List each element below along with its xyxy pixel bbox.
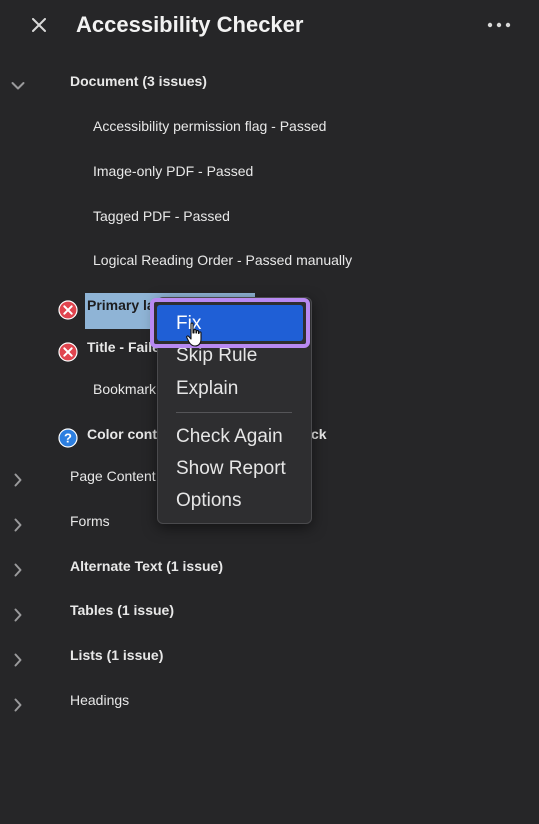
rule-image-only-pdf[interactable]: Image-only PDF - Passed xyxy=(93,163,253,179)
page-content-expand-toggle[interactable] xyxy=(8,470,28,490)
rule-primary-language[interactable]: Primary la xyxy=(87,297,155,313)
menu-item-explain[interactable]: Explain xyxy=(176,378,238,400)
headings-expand-toggle[interactable] xyxy=(8,695,28,715)
section-headings[interactable]: Headings xyxy=(70,692,129,708)
document-collapse-toggle[interactable] xyxy=(8,76,28,96)
section-forms[interactable]: Forms xyxy=(70,513,110,529)
error-icon xyxy=(58,342,78,362)
section-tables[interactable]: Tables (1 issue) xyxy=(70,602,174,618)
rule-title[interactable]: Title - Faile xyxy=(87,339,160,355)
question-icon: ? xyxy=(58,428,78,448)
rule-tagged-pdf[interactable]: Tagged PDF - Passed xyxy=(93,208,230,224)
menu-separator xyxy=(176,412,292,413)
rule-color-contrast-tail: ck xyxy=(311,426,327,442)
tables-expand-toggle[interactable] xyxy=(8,605,28,625)
close-button[interactable] xyxy=(28,14,50,36)
forms-expand-toggle[interactable] xyxy=(8,515,28,535)
menu-item-check-again[interactable]: Check Again xyxy=(176,426,283,448)
section-lists[interactable]: Lists (1 issue) xyxy=(70,647,163,663)
menu-item-options[interactable]: Options xyxy=(176,490,241,512)
chevron-right-icon xyxy=(14,698,22,712)
section-alternate-text[interactable]: Alternate Text (1 issue) xyxy=(70,558,223,574)
rule-bookmarks[interactable]: Bookmark xyxy=(93,381,156,397)
close-icon xyxy=(32,18,46,32)
menu-item-fix[interactable]: Fix xyxy=(150,298,310,348)
chevron-right-icon xyxy=(14,653,22,667)
more-options-button[interactable] xyxy=(484,14,514,36)
menu-item-show-report[interactable]: Show Report xyxy=(176,458,286,480)
error-icon xyxy=(58,300,78,320)
alternate-text-expand-toggle[interactable] xyxy=(8,560,28,580)
lists-expand-toggle[interactable] xyxy=(8,650,28,670)
chevron-right-icon xyxy=(14,473,22,487)
rule-logical-reading-order[interactable]: Logical Reading Order - Passed manually xyxy=(93,252,352,268)
section-page-content[interactable]: Page Content xyxy=(70,468,156,484)
rule-accessibility-permission-flag[interactable]: Accessibility permission flag - Passed xyxy=(93,118,326,134)
rule-color-contrast[interactable]: Color contr xyxy=(87,426,162,442)
panel-title: Accessibility Checker xyxy=(76,12,304,37)
chevron-right-icon xyxy=(14,608,22,622)
section-document[interactable]: Document (3 issues) xyxy=(70,73,207,89)
chevron-right-icon xyxy=(14,518,22,532)
hand-pointer-cursor-icon xyxy=(186,322,202,347)
svg-text:?: ? xyxy=(64,431,72,446)
chevron-right-icon xyxy=(14,563,22,577)
chevron-down-icon xyxy=(11,82,25,90)
menu-item-skip-rule[interactable]: Skip Rule xyxy=(176,345,257,367)
more-options-icon xyxy=(487,22,511,28)
